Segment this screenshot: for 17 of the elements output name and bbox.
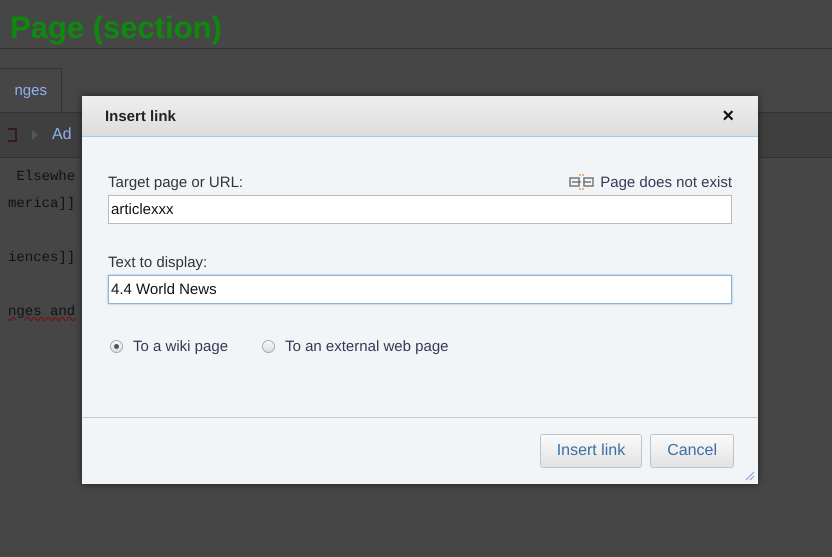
link-type-radio[interactable]: To a wiki page	[110, 338, 228, 355]
page-heading: Page (section)	[9, 9, 223, 47]
target-label: Target page or URL:	[108, 174, 244, 190]
link-type-radio[interactable]: To an external web page	[262, 338, 449, 355]
close-button[interactable]: ×	[720, 104, 736, 128]
radio-circle-icon[interactable]	[110, 340, 123, 353]
resize-grip-icon[interactable]	[743, 469, 755, 481]
radio-circle-icon[interactable]	[262, 340, 276, 353]
dialog-button[interactable]: Cancel	[650, 434, 734, 468]
display-text-input[interactable]: 4.4 World News	[108, 275, 732, 304]
broken-link-icon	[569, 173, 596, 191]
display-label: Text to display:	[108, 254, 208, 271]
target-input[interactable]: articlexxx	[108, 195, 732, 224]
page-status: Page does not exist	[600, 174, 732, 190]
advanced-link[interactable]: Ad	[52, 126, 72, 144]
dialog-button[interactable]: Insert link	[540, 434, 642, 468]
dialog-title: Insert link	[105, 108, 176, 124]
